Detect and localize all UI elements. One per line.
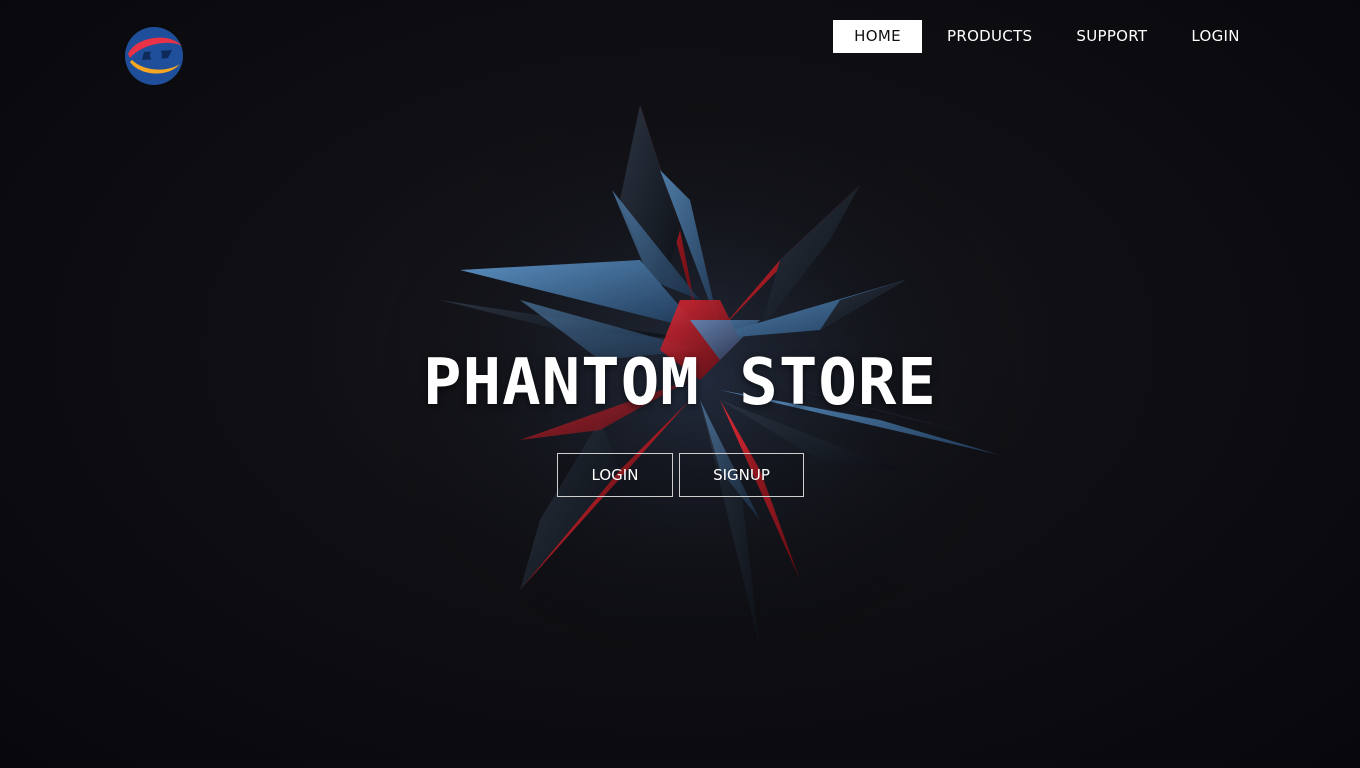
brand-logo[interactable] (122, 24, 186, 88)
nav-login[interactable]: LOGIN (1169, 20, 1261, 53)
hero-title: PHANTOM STORE (423, 346, 937, 420)
nav-support[interactable]: SUPPORT (1054, 20, 1169, 53)
nav-home[interactable]: HOME (833, 20, 922, 53)
nav-products[interactable]: PRODUCTS (925, 20, 1054, 53)
hero-signup-button[interactable]: SIGNUP (679, 453, 804, 497)
hero-actions: LOGIN SIGNUP (557, 453, 804, 497)
landing-page: HOME PRODUCTS SUPPORT LOGIN PHANTOM STOR… (0, 0, 1360, 768)
globe-logo-icon (125, 27, 183, 85)
hero-login-button[interactable]: LOGIN (557, 453, 673, 497)
top-navigation: HOME PRODUCTS SUPPORT LOGIN (833, 20, 1262, 53)
